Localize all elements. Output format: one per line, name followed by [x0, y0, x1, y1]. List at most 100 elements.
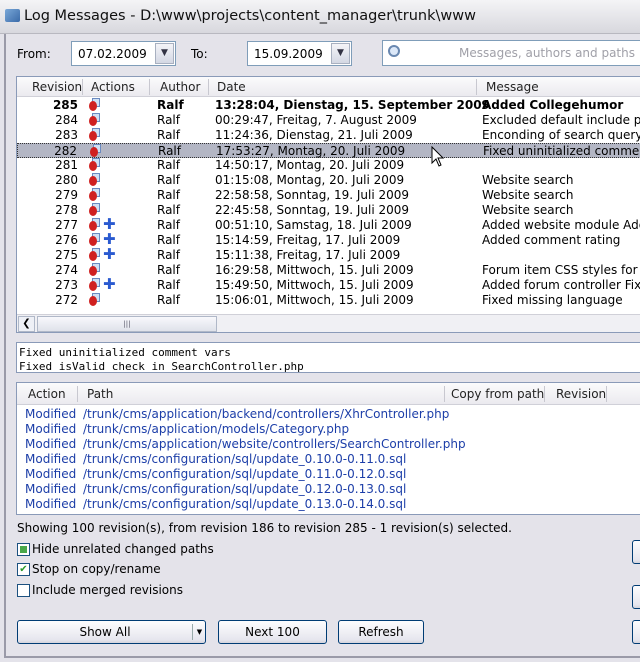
scrollbar-thumb[interactable]: |||	[37, 316, 217, 332]
message-cell: Excluded default include path	[482, 113, 640, 127]
date-cell: 15:06:01, Mittwoch, 15. Juli 2009	[215, 293, 414, 307]
author-cell: Ralf	[157, 278, 180, 292]
modified-icon	[89, 98, 101, 112]
col-revision[interactable]: Revision	[32, 80, 82, 94]
message-cell: Added Collegehumor	[482, 98, 624, 112]
author-cell: Ralf	[157, 218, 180, 232]
search-placeholder: Messages, authors and paths	[458, 46, 635, 60]
log-row[interactable]: 275 ✚ Ralf 15:11:38, Freitag, 17. Juli 2009	[17, 245, 640, 263]
col-date[interactable]: Date	[217, 80, 246, 94]
col-action[interactable]: Action	[28, 387, 66, 401]
dropdown-arrow-icon[interactable]: ▼	[192, 624, 206, 640]
col-copy-from-path[interactable]: Copy from path	[451, 387, 544, 401]
action-cell: Modified	[25, 422, 77, 436]
next-100-button[interactable]: Next 100	[218, 620, 327, 644]
author-cell: Ralf	[157, 158, 180, 172]
author-cell: Ralf	[157, 248, 180, 262]
side-button[interactable]	[632, 540, 640, 564]
action-cell: Modified	[25, 467, 77, 481]
side-button[interactable]	[632, 585, 640, 609]
col-author[interactable]: Author	[160, 80, 200, 94]
log-row[interactable]: 281 Ralf 14:50:17, Montag, 20. Juli 2009	[17, 158, 640, 173]
author-cell: Ralf	[157, 263, 180, 277]
revision-cell: 272	[55, 293, 78, 307]
date-cell: 14:50:17, Montag, 20. Juli 2009	[215, 158, 405, 172]
path-row[interactable]: Modified/trunk/cms/application/models/Ca…	[17, 422, 640, 437]
to-date-value: 15.09.2009	[254, 47, 323, 61]
from-label: From:	[17, 47, 51, 61]
from-date-picker[interactable]: 07.02.2009 ▼	[71, 41, 176, 66]
revision-cell: 278	[55, 203, 78, 217]
window-title: Log Messages - D:\www\projects\content_m…	[24, 8, 476, 24]
path-row[interactable]: Modified/trunk/cms/application/backend/c…	[17, 407, 640, 422]
path-row[interactable]: Modified/trunk/cms/configuration/sql/upd…	[17, 497, 640, 512]
author-cell: Ralf	[157, 188, 180, 202]
log-row[interactable]: 279 Ralf 22:58:58, Sonntag, 19. Juli 2009 W…	[17, 188, 640, 203]
author-cell: Ralf	[157, 98, 184, 112]
path-row[interactable]: Modified/trunk/cms/configuration/sql/upd…	[17, 452, 640, 467]
date-cell: 01:15:08, Montag, 20. Juli 2009	[215, 173, 405, 187]
log-row[interactable]: 284 Ralf 00:29:47, Freitag, 7. August 2009…	[17, 113, 640, 128]
message-cell: Forum item CSS styles for for	[482, 263, 640, 277]
author-cell: Ralf	[157, 173, 180, 187]
log-row[interactable]: 282 Ralf 17:53:27, Montag, 20. Juli 2009 Fi…	[17, 143, 640, 158]
modified-icon	[89, 113, 101, 127]
revision-cell: 284	[55, 113, 78, 127]
revision-cell: 282	[54, 144, 77, 158]
path-row[interactable]: Modified/trunk/cms/configuration/sql/upd…	[17, 467, 640, 482]
path-row[interactable]: Modified/trunk/cms/configuration/sql/upd…	[17, 482, 640, 497]
col-actions[interactable]: Actions	[91, 80, 135, 94]
log-row[interactable]: 272 Ralf 15:06:01, Mittwoch, 15. Juli 2009…	[17, 293, 640, 308]
message-line: Fixed uninitialized comment vars	[19, 346, 231, 359]
message-cell: Added website module Adde	[482, 218, 640, 232]
modified-icon	[89, 173, 101, 187]
path-row[interactable]: Modified/trunk/cms/application/website/c…	[17, 437, 640, 452]
message-cell: Added forum controller Fixed	[482, 278, 640, 292]
horizontal-scrollbar[interactable]: ❮ |||	[17, 314, 640, 332]
revision-cell: 276	[55, 233, 78, 247]
stop-on-copy-label[interactable]: Stop on copy/rename	[32, 562, 161, 576]
log-row[interactable]: 283 Ralf 11:24:36, Dienstag, 21. Juli 2009…	[17, 128, 640, 143]
log-row[interactable]: 273 ✚ Ralf 15:49:50, Mittwoch, 15. Juli 200…	[17, 275, 640, 293]
hide-unrelated-label[interactable]: Hide unrelated changed paths	[32, 542, 214, 556]
search-icon[interactable]	[388, 45, 400, 57]
modified-icon	[89, 218, 101, 232]
include-merged-checkbox[interactable]	[17, 584, 30, 597]
title-bar[interactable]: Log Messages - D:\www\projects\content_m…	[0, 0, 640, 34]
to-date-picker[interactable]: 15.09.2009 ▼	[247, 41, 352, 66]
path-cell: /trunk/cms/application/models/Category.p…	[83, 422, 350, 436]
path-cell: /trunk/cms/configuration/sql/update_0.11…	[83, 467, 407, 481]
message-cell: Website search	[482, 203, 574, 217]
modified-icon	[89, 233, 101, 247]
log-list[interactable]: Revision Actions Author Date Message 285…	[16, 76, 640, 333]
changed-paths-list[interactable]: Action Path Copy from path Revision Modi…	[16, 382, 640, 515]
log-list-header: Revision Actions Author Date Message	[17, 77, 640, 97]
revision-cell: 279	[55, 188, 78, 202]
date-cell: 16:29:58, Mittwoch, 15. Juli 2009	[215, 263, 414, 277]
refresh-button[interactable]: Refresh	[338, 620, 424, 644]
log-row[interactable]: 280 Ralf 01:15:08, Montag, 20. Juli 2009 We…	[17, 173, 640, 188]
message-box[interactable]: Fixed uninitialized comment vars Fixed i…	[16, 342, 640, 373]
side-button[interactable]	[632, 620, 640, 644]
author-cell: Ralf	[158, 144, 181, 158]
hide-unrelated-checkbox[interactable]	[17, 543, 30, 556]
show-all-button[interactable]: Show All ▼	[17, 620, 206, 644]
to-label: To:	[191, 47, 208, 61]
col-revision[interactable]: Revision	[556, 387, 606, 401]
action-cell: Modified	[25, 437, 77, 451]
log-row[interactable]: 285 Ralf 13:28:04, Dienstag, 15. September…	[17, 98, 640, 113]
scroll-left-icon[interactable]: ❮	[18, 316, 35, 332]
path-cell: /trunk/cms/configuration/sql/update_0.13…	[83, 497, 407, 511]
search-input[interactable]: Messages, authors and paths	[382, 40, 640, 66]
chevron-down-icon[interactable]: ▼	[155, 43, 174, 64]
date-cell: 15:14:59, Freitag, 17. Juli 2009	[215, 233, 401, 247]
col-message[interactable]: Message	[486, 80, 539, 94]
stop-on-copy-checkbox[interactable]: ✔	[17, 563, 30, 576]
date-cell: 22:45:58, Sonntag, 19. Juli 2009	[215, 203, 410, 217]
paths-header: Action Path Copy from path Revision	[17, 383, 640, 405]
col-path[interactable]: Path	[87, 387, 113, 401]
chevron-down-icon[interactable]: ▼	[331, 43, 350, 64]
added-icon: ✚	[103, 245, 116, 263]
added-icon: ✚	[103, 275, 116, 293]
include-merged-label[interactable]: Include merged revisions	[32, 583, 183, 597]
